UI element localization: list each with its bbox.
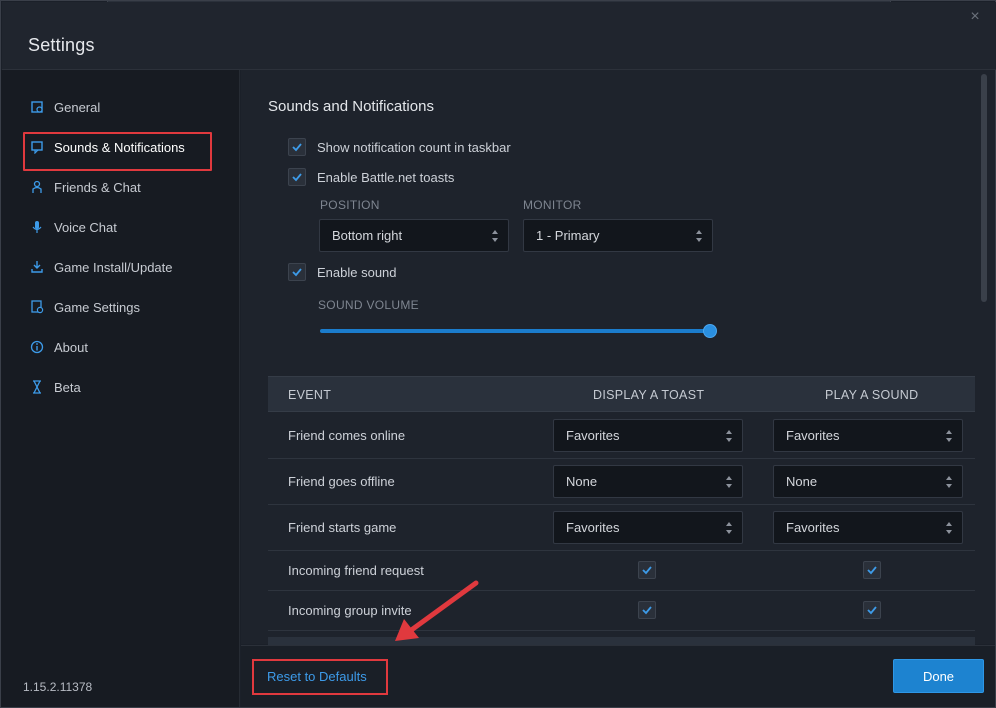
sidebar-item-game-install-update[interactable]: Game Install/Update xyxy=(30,255,173,279)
select-arrows-icon xyxy=(726,522,732,534)
position-select[interactable]: Bottom right xyxy=(319,219,509,252)
enable-sound-checkbox[interactable] xyxy=(288,263,306,281)
sidebar-item-beta[interactable]: Beta xyxy=(30,375,81,399)
event-label: Friend starts game xyxy=(288,520,397,535)
select-value: Favorites xyxy=(566,428,620,443)
select-arrows-icon xyxy=(946,476,952,488)
toast-checkbox[interactable] xyxy=(638,561,656,579)
friends-icon xyxy=(30,180,44,194)
download-icon xyxy=(30,260,44,274)
sidebar-item-label: General xyxy=(54,99,101,115)
sidebar-item-label: Game Install/Update xyxy=(54,259,173,275)
sidebar-item-label: Voice Chat xyxy=(54,219,117,235)
event-label: Incoming group invite xyxy=(288,603,412,618)
table-row: Incoming group invite xyxy=(268,591,975,631)
scrollbar[interactable] xyxy=(981,74,987,302)
select-value: Bottom right xyxy=(332,228,403,243)
game-settings-icon xyxy=(30,300,44,314)
toast-select[interactable]: None xyxy=(553,465,743,498)
title-bar: Settings × xyxy=(2,2,996,70)
checkbox-label: Enable sound xyxy=(317,264,397,280)
sidebar-item-voice-chat[interactable]: Voice Chat xyxy=(30,215,117,239)
position-label: POSITION xyxy=(320,198,380,212)
select-value: 1 - Primary xyxy=(536,228,600,243)
sidebar-item-label: Beta xyxy=(54,379,81,395)
select-value: Favorites xyxy=(566,520,620,535)
toast-select[interactable]: Favorites xyxy=(553,419,743,452)
sidebar-item-label: Friends & Chat xyxy=(54,179,141,195)
show-notification-count-row[interactable]: Show notification count in taskbar xyxy=(288,138,511,156)
microphone-icon xyxy=(30,220,44,234)
sound-volume-label: SOUND VOLUME xyxy=(318,298,419,312)
reset-highlight-box xyxy=(252,659,388,695)
toast-column-header: DISPLAY A TOAST xyxy=(593,388,705,402)
sidebar-item-label: About xyxy=(54,339,88,355)
beta-icon xyxy=(30,380,44,394)
select-arrows-icon xyxy=(946,430,952,442)
sidebar-item-about[interactable]: About xyxy=(30,335,88,359)
toast-checkbox[interactable] xyxy=(638,601,656,619)
sound-column-header: PLAY A SOUND xyxy=(825,388,919,402)
table-row: Friend starts game Favorites Favorites xyxy=(268,505,975,551)
select-arrows-icon xyxy=(492,230,498,242)
sidebar-item-general[interactable]: General xyxy=(30,95,100,119)
section-title: Sounds and Notifications xyxy=(268,98,434,115)
close-icon[interactable]: × xyxy=(966,8,984,26)
select-value: Favorites xyxy=(786,428,840,443)
enable-toasts-row[interactable]: Enable Battle.net toasts xyxy=(288,168,454,186)
event-label: Incoming friend request xyxy=(288,563,424,578)
select-arrows-icon xyxy=(946,522,952,534)
done-button[interactable]: Done xyxy=(893,659,984,693)
table-next-row-partial xyxy=(268,637,975,645)
event-label: Friend comes online xyxy=(288,428,406,443)
select-value: None xyxy=(566,474,598,489)
sidebar-item-label: Game Settings xyxy=(54,299,140,315)
sound-checkbox[interactable] xyxy=(863,601,881,619)
sound-select[interactable]: Favorites xyxy=(773,511,963,544)
window-title: Settings xyxy=(28,35,95,55)
sound-select[interactable]: Favorites xyxy=(773,419,963,452)
enable-sound-row[interactable]: Enable sound xyxy=(288,263,397,281)
event-column-header: EVENT xyxy=(288,388,332,402)
events-table-header: EVENT DISPLAY A TOAST PLAY A SOUND xyxy=(268,376,975,412)
toast-select[interactable]: Favorites xyxy=(553,511,743,544)
select-arrows-icon xyxy=(726,476,732,488)
table-row: Friend goes offline None None xyxy=(268,459,975,505)
sound-volume-thumb[interactable] xyxy=(703,324,717,338)
sidebar-item-friends-chat[interactable]: Friends & Chat xyxy=(30,175,141,199)
table-row: Friend comes online Favorites Favorites xyxy=(268,413,975,459)
monitor-select[interactable]: 1 - Primary xyxy=(523,219,713,252)
gear-icon xyxy=(30,100,44,114)
sound-checkbox[interactable] xyxy=(863,561,881,579)
checkbox-label: Enable Battle.net toasts xyxy=(317,169,455,185)
event-label: Friend goes offline xyxy=(288,474,395,489)
table-row: Incoming friend request xyxy=(268,551,975,591)
version-label: 1.15.2.11378 xyxy=(23,680,93,694)
info-icon xyxy=(30,340,44,354)
show-notification-count-checkbox[interactable] xyxy=(288,138,306,156)
select-arrows-icon xyxy=(726,430,732,442)
select-value: Favorites xyxy=(786,520,840,535)
select-value: None xyxy=(786,474,818,489)
sidebar-item-game-settings[interactable]: Game Settings xyxy=(30,295,140,319)
enable-toasts-checkbox[interactable] xyxy=(288,168,306,186)
checkbox-label: Show notification count in taskbar xyxy=(317,139,511,155)
active-item-highlight xyxy=(23,132,212,171)
sound-select[interactable]: None xyxy=(773,465,963,498)
monitor-label: MONITOR xyxy=(523,198,582,212)
sound-volume-track[interactable] xyxy=(320,329,710,333)
select-arrows-icon xyxy=(696,230,702,242)
